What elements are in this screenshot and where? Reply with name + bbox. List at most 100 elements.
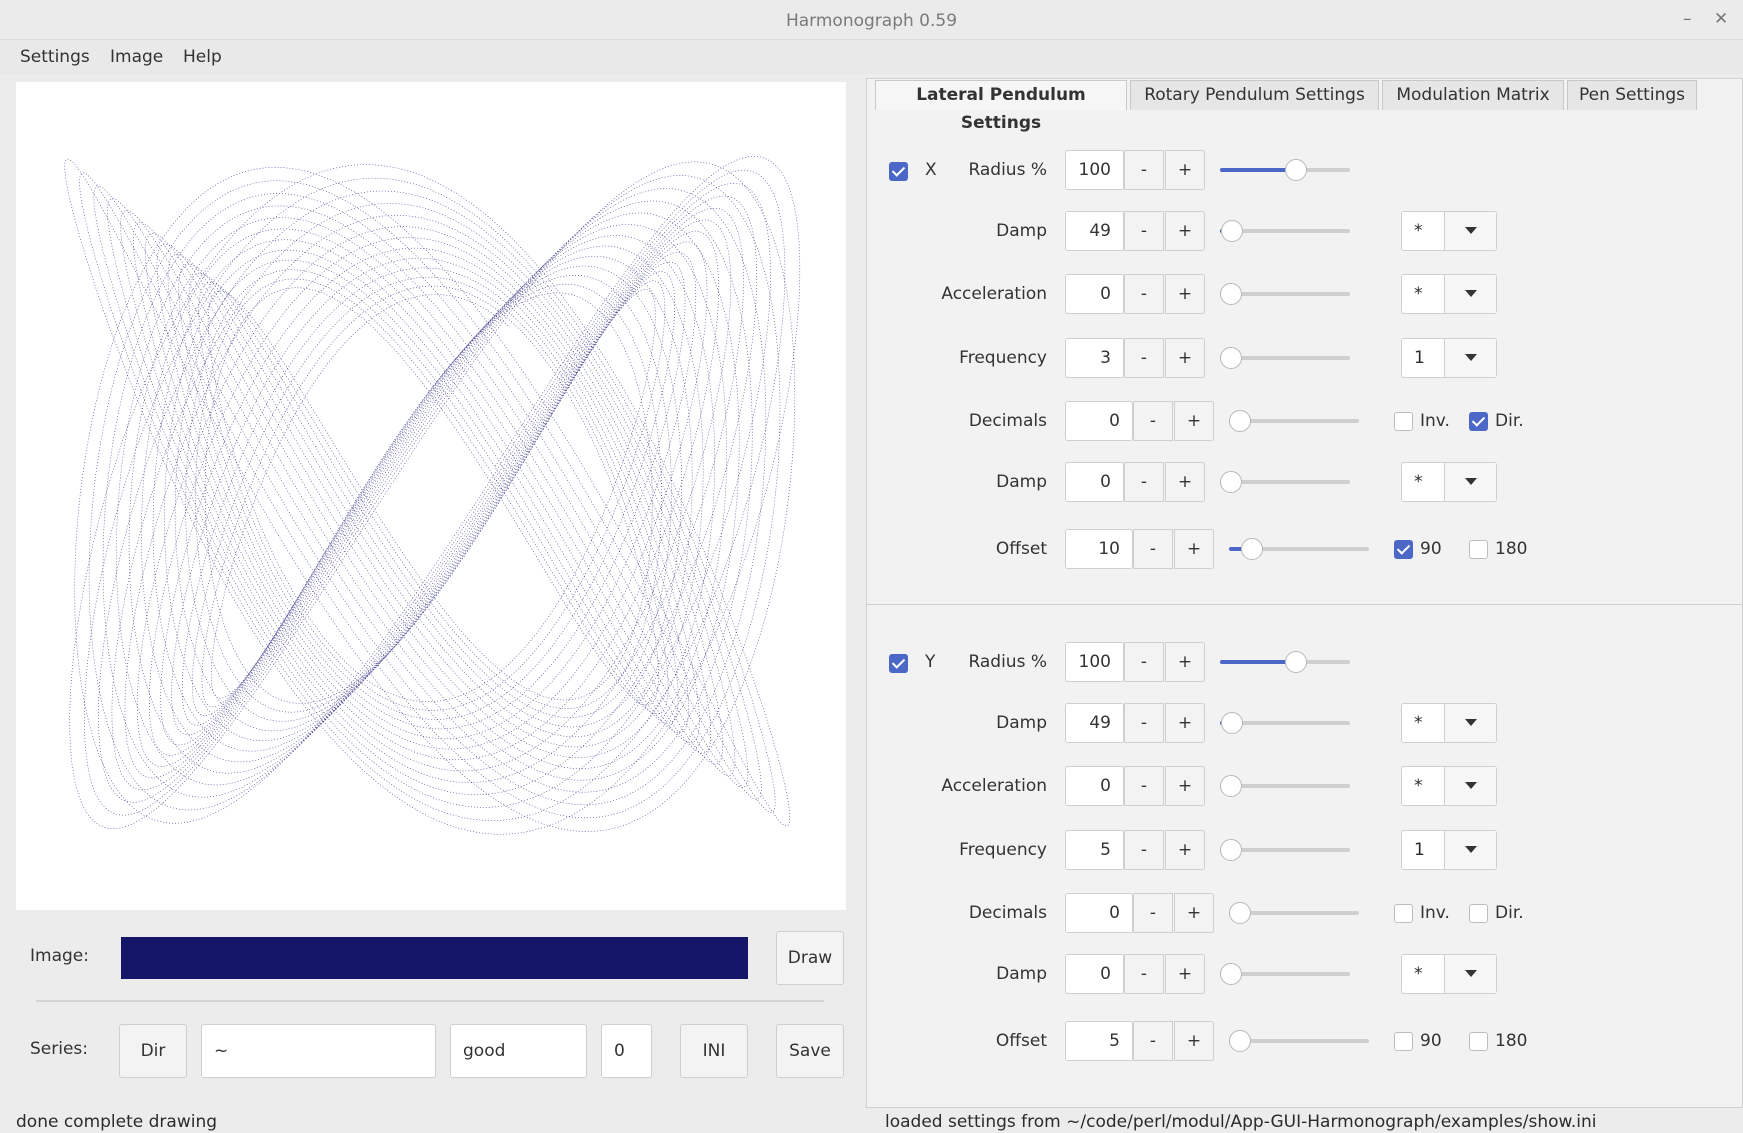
chevron-down-icon[interactable] (1444, 275, 1496, 313)
value-input[interactable]: 0 (1065, 274, 1124, 314)
value-slider[interactable] (1220, 219, 1350, 243)
increment-button[interactable]: + (1165, 642, 1205, 682)
decrement-button[interactable]: - (1124, 642, 1164, 682)
value-slider[interactable] (1229, 537, 1369, 561)
increment-button[interactable]: + (1165, 338, 1205, 378)
value-slider[interactable] (1220, 346, 1350, 370)
value-input[interactable]: 49 (1065, 703, 1124, 743)
value-input[interactable]: 3 (1065, 338, 1124, 378)
increment-button[interactable]: + (1174, 893, 1214, 933)
decrement-button[interactable]: - (1124, 150, 1164, 190)
chevron-down-icon[interactable] (1444, 463, 1496, 501)
increment-button[interactable]: + (1174, 1021, 1214, 1061)
decrement-button[interactable]: - (1124, 766, 1164, 806)
option-checkbox[interactable] (1394, 904, 1413, 923)
tab-modulation-matrix[interactable]: Modulation Matrix (1382, 80, 1564, 110)
option-checkbox[interactable] (1394, 412, 1413, 431)
increment-button[interactable]: + (1165, 150, 1205, 190)
row-label: Acceleration (941, 776, 1047, 796)
decrement-button[interactable]: - (1124, 338, 1164, 378)
option-checkbox[interactable] (1394, 1032, 1413, 1051)
dir-field[interactable]: ~ (201, 1024, 436, 1078)
increment-button[interactable]: + (1174, 529, 1214, 569)
value-input[interactable]: 5 (1065, 1021, 1133, 1061)
decrement-button[interactable]: - (1124, 274, 1164, 314)
minimize-icon[interactable]: – (1683, 9, 1692, 29)
value-slider[interactable] (1220, 774, 1350, 798)
decrement-button[interactable]: - (1124, 703, 1164, 743)
value-input[interactable]: 0 (1065, 401, 1133, 441)
decrement-button[interactable]: - (1133, 893, 1173, 933)
value-input[interactable]: 100 (1065, 150, 1124, 190)
value-input[interactable]: 0 (1065, 954, 1124, 994)
operator-dropdown[interactable]: 1 (1401, 338, 1497, 378)
chevron-down-icon[interactable] (1444, 339, 1496, 377)
value-input[interactable]: 100 (1065, 642, 1124, 682)
increment-button[interactable]: + (1165, 830, 1205, 870)
value-slider[interactable] (1220, 470, 1350, 494)
value-input[interactable]: 0 (1065, 766, 1124, 806)
operator-dropdown[interactable]: * (1401, 274, 1497, 314)
value-slider[interactable] (1220, 158, 1350, 182)
ini-button[interactable]: INI (680, 1024, 748, 1078)
option-checkbox[interactable] (1469, 412, 1488, 431)
increment-button[interactable]: + (1165, 954, 1205, 994)
increment-button[interactable]: + (1165, 703, 1205, 743)
value-input[interactable]: 5 (1065, 830, 1124, 870)
operator-dropdown[interactable]: * (1401, 703, 1497, 743)
tab-pen-settings[interactable]: Pen Settings (1567, 80, 1697, 110)
operator-dropdown[interactable]: * (1401, 211, 1497, 251)
decrement-button[interactable]: - (1124, 954, 1164, 994)
value-slider[interactable] (1220, 711, 1350, 735)
value-slider[interactable] (1220, 650, 1350, 674)
name-field[interactable]: good (450, 1024, 587, 1078)
operator-dropdown[interactable]: * (1401, 954, 1497, 994)
index-field[interactable]: 0 (601, 1024, 652, 1078)
decrement-button[interactable]: - (1124, 830, 1164, 870)
option-checkbox[interactable] (1394, 540, 1413, 559)
value-slider[interactable] (1229, 409, 1359, 433)
tab-lateral-pendulum[interactable]: Lateral Pendulum Settings (875, 80, 1127, 133)
increment-button[interactable]: + (1165, 274, 1205, 314)
chevron-down-icon[interactable] (1444, 831, 1496, 869)
value-input[interactable]: 0 (1065, 462, 1124, 502)
option-checkbox[interactable] (1469, 540, 1488, 559)
option-checkbox[interactable] (1469, 1032, 1488, 1051)
chevron-down-icon[interactable] (1444, 955, 1496, 993)
dir-button[interactable]: Dir (119, 1024, 187, 1078)
value-slider[interactable] (1220, 962, 1350, 986)
decrement-button[interactable]: - (1124, 211, 1164, 251)
chevron-down-icon[interactable] (1444, 704, 1496, 742)
menu-image[interactable]: Image (108, 45, 165, 69)
dropdown-value: * (1414, 713, 1423, 733)
option-checkbox[interactable] (1469, 904, 1488, 923)
decrement-button[interactable]: - (1124, 462, 1164, 502)
menu-settings[interactable]: Settings (18, 45, 92, 69)
decrement-button[interactable]: - (1133, 401, 1173, 441)
increment-button[interactable]: + (1165, 766, 1205, 806)
decrement-button[interactable]: - (1133, 1021, 1173, 1061)
value-slider[interactable] (1229, 1029, 1369, 1053)
operator-dropdown[interactable]: * (1401, 766, 1497, 806)
close-icon[interactable]: ✕ (1714, 9, 1728, 29)
value-input[interactable]: 0 (1065, 893, 1133, 933)
value-slider[interactable] (1220, 282, 1350, 306)
menu-help[interactable]: Help (181, 45, 224, 69)
operator-dropdown[interactable]: * (1401, 462, 1497, 502)
decrement-button[interactable]: - (1133, 529, 1173, 569)
save-button[interactable]: Save (776, 1024, 844, 1078)
value-input[interactable]: 10 (1065, 529, 1133, 569)
increment-button[interactable]: + (1165, 211, 1205, 251)
chevron-down-icon[interactable] (1444, 767, 1496, 805)
draw-button[interactable]: Draw (776, 931, 844, 985)
increment-button[interactable]: + (1165, 462, 1205, 502)
increment-button[interactable]: + (1174, 401, 1214, 441)
operator-dropdown[interactable]: 1 (1401, 830, 1497, 870)
dropdown-value: 1 (1414, 840, 1425, 860)
chevron-down-icon[interactable] (1444, 212, 1496, 250)
value-input[interactable]: 49 (1065, 211, 1124, 251)
tab-rotary-pendulum[interactable]: Rotary Pendulum Settings (1130, 80, 1379, 110)
option-checkbox-label: Inv. (1420, 411, 1450, 431)
value-slider[interactable] (1229, 901, 1359, 925)
value-slider[interactable] (1220, 838, 1350, 862)
